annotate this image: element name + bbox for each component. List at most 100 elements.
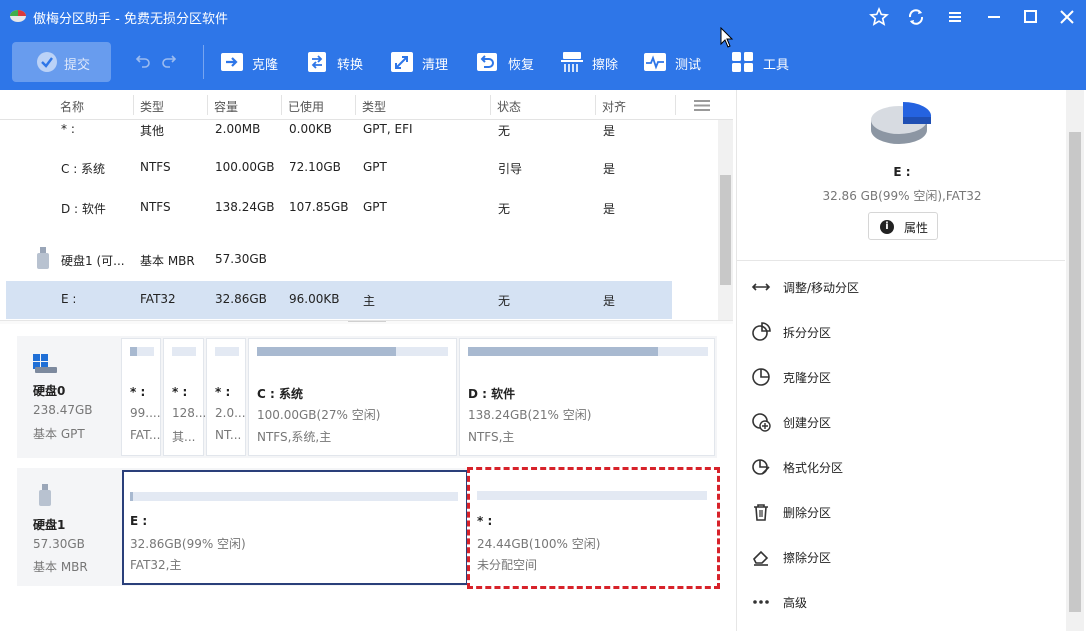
column-header-name[interactable]: 名称 <box>60 98 84 115</box>
column-header-capacity[interactable]: 容量 <box>214 98 238 115</box>
convert-icon <box>308 52 326 72</box>
cell-type: FAT32 <box>140 292 176 306</box>
list-scrollbar[interactable] <box>718 120 733 320</box>
commit-button[interactable]: 提交 <box>12 42 111 82</box>
op-create[interactable]: 创建分区 <box>751 408 1051 436</box>
disk-info: 硬盘0 238.47GB 基本 GPT <box>17 336 120 458</box>
table-row[interactable]: D : 软件 NTFS 138.24GB 107.85GB GPT 无 是 <box>6 189 672 227</box>
op-label: 擦除分区 <box>783 551 832 565</box>
table-row-disk[interactable]: 硬盘1 (可... 基本 MBR 57.30GB <box>6 241 672 279</box>
op-label: 拆分分区 <box>783 326 832 340</box>
usage-fill <box>130 492 134 501</box>
info-icon: i <box>880 220 894 234</box>
op-format[interactable]: 格式化分区 <box>751 453 1051 481</box>
disk-size: 57.30GB <box>33 537 85 551</box>
column-header-align[interactable]: 对齐 <box>602 98 626 115</box>
cell-fs: GPT <box>363 160 387 174</box>
partition-fs: 其... <box>172 430 196 444</box>
usage-bar <box>257 347 448 356</box>
cell-type: NTFS <box>140 160 171 174</box>
toolbar-separator <box>203 45 204 79</box>
op-label: 高级 <box>783 596 808 610</box>
toolbar-label: 擦除 <box>592 58 619 73</box>
undo-icon[interactable] <box>135 53 151 69</box>
partition-size: 128.... <box>172 406 211 420</box>
test-icon <box>644 53 666 71</box>
list-scrollbar-thumb[interactable] <box>720 175 731 285</box>
main-area: 名称 类型 容量 已使用 类型 状态 对齐 * : 其他 2.00MB 0.00… <box>0 90 1086 631</box>
op-delete[interactable]: 删除分区 <box>751 498 1051 526</box>
cell-capacity: 100.00GB <box>215 160 275 174</box>
cell-name: C : 系统 <box>61 162 106 176</box>
disk-kind: 基本 GPT <box>33 427 85 441</box>
star-icon[interactable] <box>868 6 890 28</box>
toolbar-clean-button[interactable]: 清理 <box>390 51 460 75</box>
wipe-partition-icon <box>753 550 769 566</box>
table-row[interactable]: C : 系统 NTFS 100.00GB 72.10GB GPT 引导 是 <box>6 149 672 187</box>
disk-card[interactable]: 硬盘0 238.47GB 基本 GPT * : 99.... FAT... * … <box>17 336 717 458</box>
resize-move-icon <box>751 283 771 291</box>
volume-name: E : <box>893 165 911 179</box>
partition-block-d[interactable]: D : 软件 138.24GB(21% 空闲) NTFS,主 <box>459 338 715 456</box>
redo-icon[interactable] <box>161 53 177 69</box>
column-divider <box>675 95 676 115</box>
column-header-status[interactable]: 状态 <box>497 98 521 115</box>
toolbar-tools-button[interactable]: 工具 <box>731 51 801 75</box>
usage-bar <box>477 491 707 500</box>
partition-name: * : <box>172 385 188 399</box>
delete-partition-icon <box>754 504 768 521</box>
close-icon[interactable] <box>1056 6 1078 28</box>
disk-info: 硬盘1 57.30GB 基本 MBR <box>17 468 120 586</box>
partition-name: * : <box>130 385 146 399</box>
maximize-icon[interactable] <box>1020 6 1042 28</box>
watermark-logo-icon <box>945 567 989 611</box>
table-row-selected[interactable]: E : FAT32 32.86GB 96.00KB 主 无 是 <box>6 281 672 319</box>
partition-size: 138.24GB(21% 空闲) <box>468 408 592 422</box>
column-header-type[interactable]: 类型 <box>140 98 164 115</box>
minimize-icon[interactable] <box>983 6 1005 28</box>
column-header-used[interactable]: 已使用 <box>288 98 324 115</box>
partition-block-c[interactable]: C : 系统 100.00GB(27% 空闲) NTFS,系统,主 <box>248 338 457 456</box>
panel-scrollbar[interactable] <box>1066 90 1084 631</box>
partition-block-unallocated[interactable]: * : 24.44GB(100% 空闲) 未分配空间 <box>467 467 720 589</box>
cell-align: 是 <box>603 294 616 308</box>
toolbar-clone-button[interactable]: 克隆 <box>220 51 290 75</box>
toolbar-wipe-button[interactable]: 擦除 <box>560 51 630 75</box>
column-header-fs[interactable]: 类型 <box>362 98 386 115</box>
cell-capacity: 32.86GB <box>215 292 267 306</box>
op-resize-move[interactable]: 调整/移动分区 <box>751 273 1051 301</box>
usage-bar <box>130 492 458 501</box>
partition-block-e-selected[interactable]: E : 32.86GB(99% 空闲) FAT32,主 <box>122 470 468 585</box>
toolbar-convert-button[interactable]: 转换 <box>305 51 375 75</box>
partition-fs: FAT32,主 <box>130 558 182 572</box>
disk-card[interactable]: 硬盘1 57.30GB 基本 MBR E : 32.86GB(99% 空闲) F… <box>17 467 720 589</box>
cell-name: D : 软件 <box>61 202 106 216</box>
disk-usage-pie-icon <box>871 101 932 144</box>
toolbar-restore-button[interactable]: 恢复 <box>476 51 546 75</box>
partition-block[interactable]: * : 99.... FAT... <box>121 338 161 456</box>
mouse-cursor-icon <box>720 27 734 48</box>
disk-kind: 基本 MBR <box>33 560 88 574</box>
panel-scrollbar-thumb[interactable] <box>1069 132 1081 612</box>
column-settings-icon[interactable] <box>694 100 710 111</box>
disk-size: 238.47GB <box>33 403 93 417</box>
partition-size: 24.44GB(100% 空闲) <box>477 537 601 551</box>
clone-icon <box>221 53 243 71</box>
check-icon <box>37 52 57 72</box>
cell-capacity: 57.30GB <box>215 252 267 266</box>
partition-block[interactable]: * : 2.0... NT... <box>206 338 246 456</box>
menu-icon[interactable] <box>944 6 966 28</box>
split-partition-icon <box>752 322 771 341</box>
toolbar-test-button[interactable]: 测试 <box>643 51 713 75</box>
partition-block[interactable]: * : 128.... 其... <box>163 338 210 456</box>
refresh-icon[interactable] <box>905 6 927 28</box>
op-split[interactable]: 拆分分区 <box>751 318 1051 346</box>
op-clone[interactable]: 克隆分区 <box>751 363 1051 391</box>
properties-button[interactable]: i 属性 <box>868 212 938 240</box>
cell-capacity: 2.00MB <box>215 122 261 136</box>
usb-drive-icon <box>37 247 49 269</box>
column-divider <box>595 95 596 115</box>
panel-divider <box>737 260 1065 261</box>
title-bar: 傲梅分区助手 - 免费无损分区软件 <box>0 0 1086 33</box>
clone-partition-icon <box>752 368 770 386</box>
